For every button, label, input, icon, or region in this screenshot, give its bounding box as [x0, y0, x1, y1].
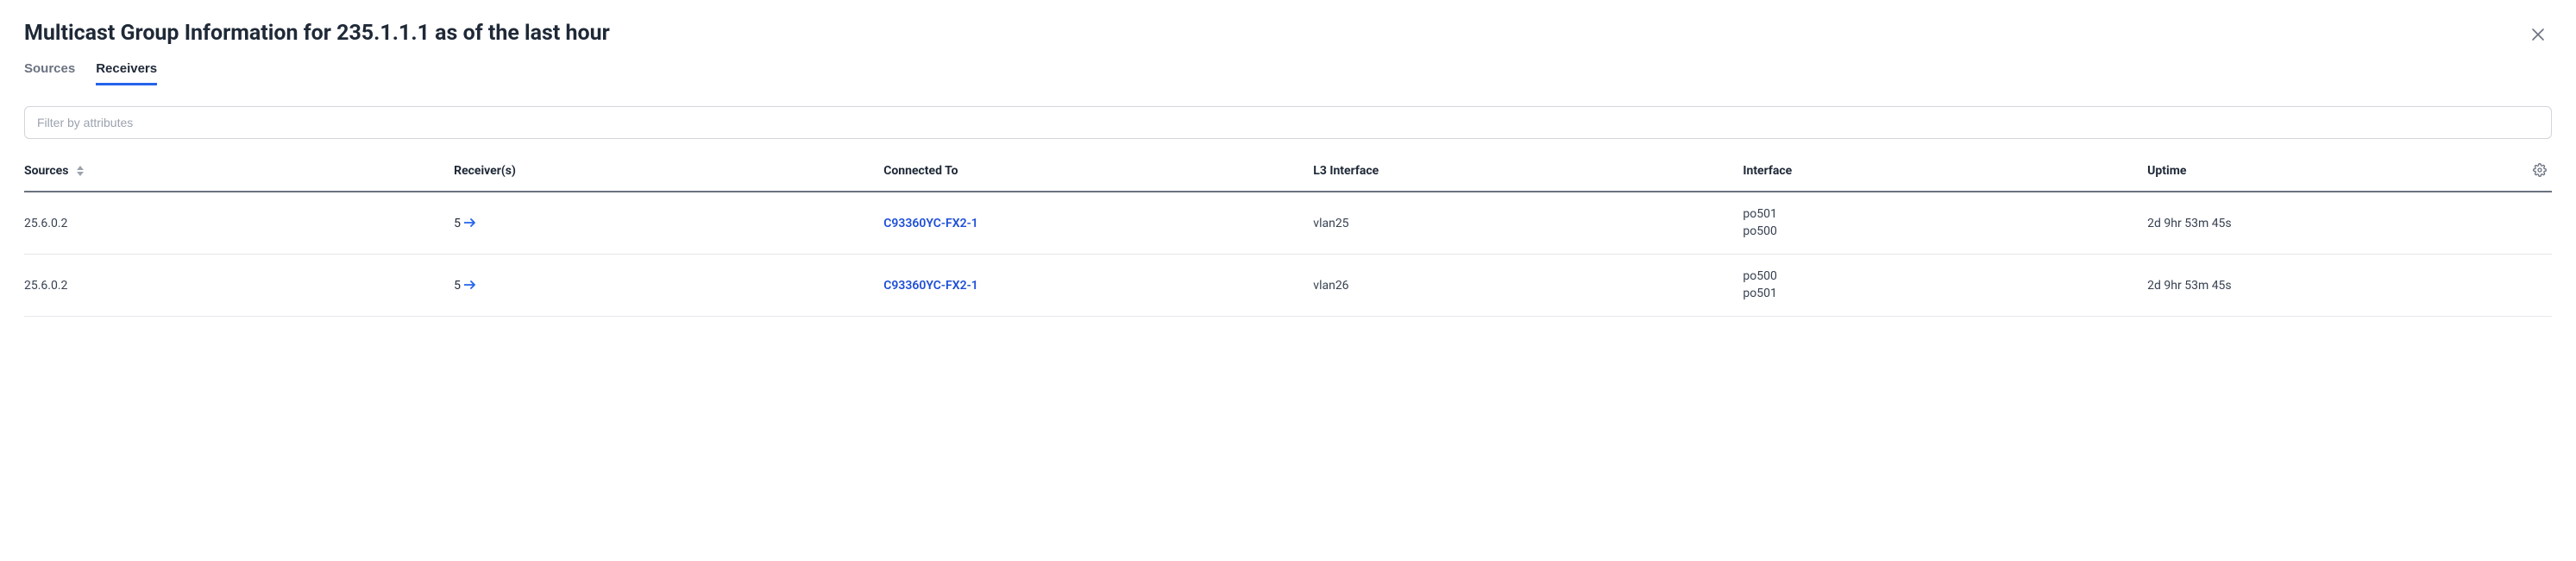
col-header-interface[interactable]: Interface [1743, 153, 2147, 192]
receivers-table: Sources Receiver(s) Connected To L3 Inte… [24, 153, 2552, 317]
connected-to-link[interactable]: C93360YC-FX2-1 [883, 279, 978, 293]
filter-input[interactable] [25, 107, 2551, 138]
col-header-l3-interface[interactable]: L3 Interface [1313, 153, 1743, 192]
connected-to-link[interactable]: C93360YC-FX2-1 [883, 217, 978, 230]
col-header-label: Interface [1743, 164, 1792, 178]
table-settings-button[interactable] [2531, 161, 2548, 179]
col-header-uptime[interactable]: Uptime [2147, 153, 2501, 192]
receivers-count: 5 [454, 279, 461, 293]
close-icon [2529, 33, 2547, 46]
filter-container [24, 106, 2552, 139]
col-header-sources[interactable]: Sources [24, 153, 454, 192]
interface-value: po501 [1743, 286, 2140, 303]
interface-value: po500 [1743, 224, 2140, 241]
table-row: 25.6.0.2 5 C93360YC-FX2-1 vlan26 po500 p… [24, 255, 2552, 317]
col-header-label: Sources [24, 164, 68, 178]
col-header-label: L3 Interface [1313, 164, 1379, 178]
interface-value: po500 [1743, 268, 2140, 286]
cell-uptime: 2d 9hr 53m 45s [2147, 255, 2501, 317]
table-row: 25.6.0.2 5 C93360YC-FX2-1 vlan25 po501 p… [24, 192, 2552, 255]
cell-source: 25.6.0.2 [24, 192, 454, 255]
receivers-link[interactable]: 5 [454, 217, 476, 230]
cell-l3-interface: vlan25 [1313, 192, 1743, 255]
col-header-label: Uptime [2147, 164, 2186, 178]
arrow-right-icon [464, 217, 476, 230]
cell-interface: po500 po501 [1743, 255, 2147, 317]
cell-uptime: 2d 9hr 53m 45s [2147, 192, 2501, 255]
col-header-connected-to[interactable]: Connected To [883, 153, 1313, 192]
arrow-right-icon [464, 279, 476, 293]
col-header-receivers[interactable]: Receiver(s) [454, 153, 883, 192]
interface-value: po501 [1743, 206, 2140, 224]
tab-sources[interactable]: Sources [24, 61, 75, 85]
tabs: Sources Receivers [24, 61, 2552, 85]
col-header-label: Receiver(s) [454, 164, 516, 178]
col-header-label: Connected To [883, 164, 958, 178]
gear-icon [2533, 167, 2547, 180]
receivers-count: 5 [454, 217, 461, 230]
receivers-link[interactable]: 5 [454, 279, 476, 293]
cell-l3-interface: vlan26 [1313, 255, 1743, 317]
page-title: Multicast Group Information for 235.1.1.… [24, 21, 610, 46]
close-button[interactable] [2524, 21, 2552, 48]
sort-icon [77, 166, 84, 176]
tab-receivers[interactable]: Receivers [96, 61, 157, 85]
cell-source: 25.6.0.2 [24, 255, 454, 317]
cell-interface: po501 po500 [1743, 192, 2147, 255]
